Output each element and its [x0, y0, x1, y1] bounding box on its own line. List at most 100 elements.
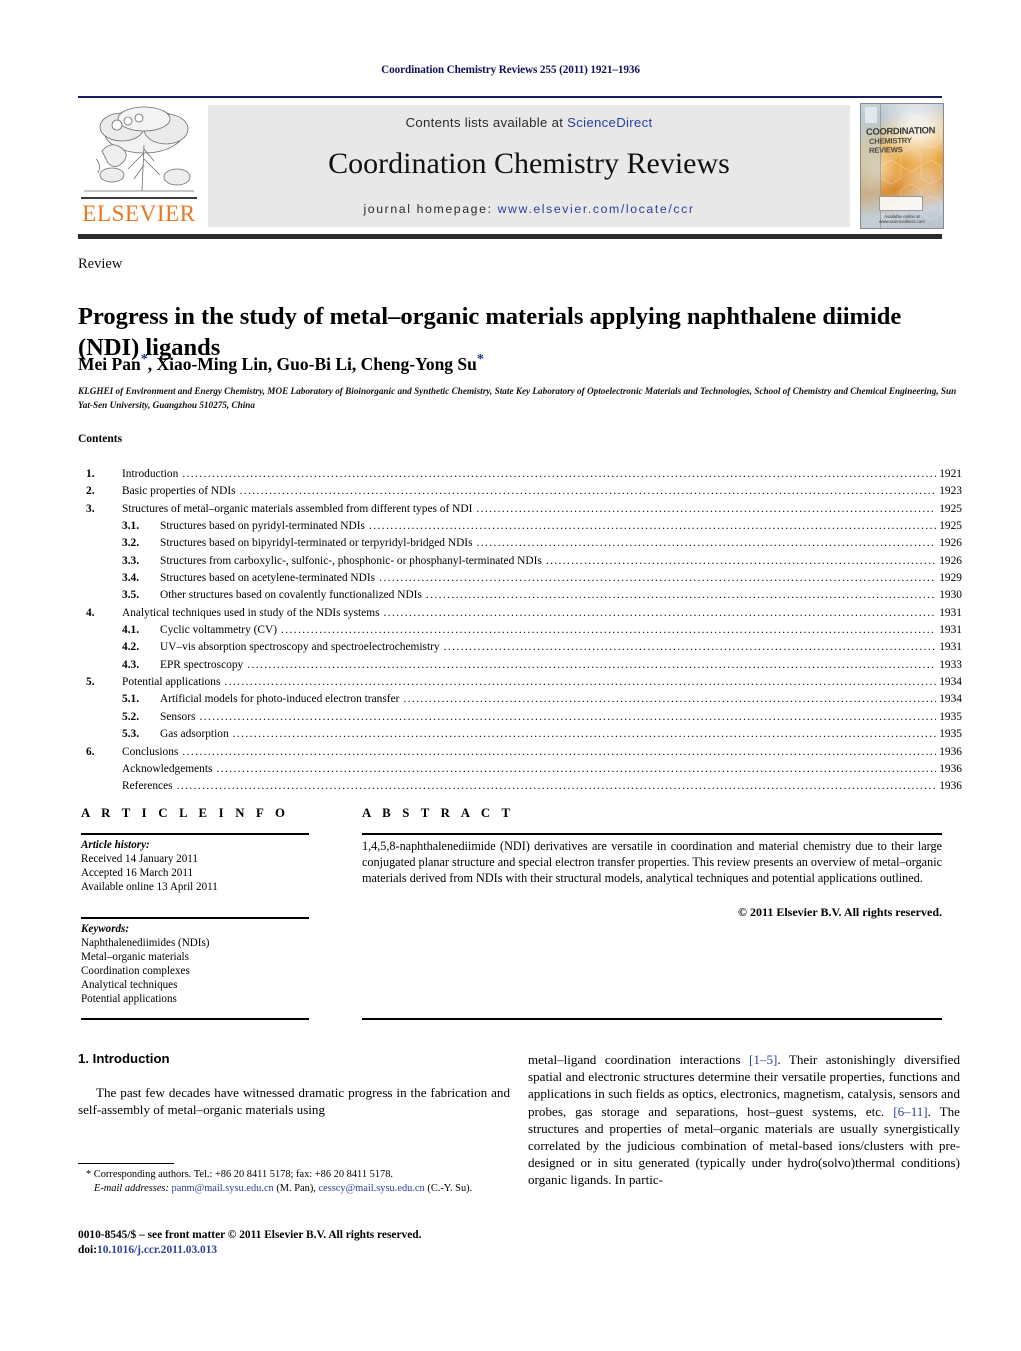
toc-entry-number: 3.2.	[122, 537, 140, 550]
toc-entry-label: Gas adsorption	[160, 728, 229, 741]
toc-entry-number: 6.	[86, 745, 95, 758]
toc-entry-page: 1934	[939, 676, 962, 689]
abstract-top-rule	[362, 833, 942, 835]
toc-entry-page: 1935	[939, 710, 962, 723]
toc-entry-number: 5.3.	[122, 728, 140, 741]
corresponding-marker-icon-2: *	[476, 352, 484, 367]
journal-cover-thumbnail[interactable]: COORDINATION CHEMISTRY REVIEWS Available…	[860, 103, 944, 229]
toc-entry-label: Structures based on bipyridyl-terminated…	[160, 537, 473, 550]
abstract-bottom-rule	[362, 1018, 942, 1020]
toc-entry[interactable]: 4.2. UV–vis absorption spectroscopy and s…	[86, 639, 962, 656]
copyright-line: © 2011 Elsevier B.V. All rights reserved…	[738, 905, 942, 919]
toc-entry[interactable]: 4. Analytical techniques used in study of…	[86, 605, 962, 622]
toc-entry[interactable]: 6. Conclusions...........................…	[86, 744, 962, 761]
toc-entry[interactable]: 3.1. Structures based on pyridyl-terminat…	[86, 518, 962, 535]
sciencedirect-link[interactable]: ScienceDirect	[567, 115, 652, 130]
history-received: Received 14 January 2011	[81, 853, 198, 866]
toc-leader-dots: ........................................…	[182, 745, 936, 758]
footnote-block: * Corresponding authors. Tel.: +86 20 84…	[78, 1168, 518, 1197]
toc-entry-page: 1934	[939, 693, 962, 706]
elsevier-wordmark: ELSEVIER	[82, 201, 196, 226]
toc-entry[interactable]: 5.2. Sensors.............................…	[86, 709, 962, 726]
toc-leader-dots: ........................................…	[545, 554, 937, 567]
section-heading-introduction: 1. Introduction	[78, 1051, 170, 1066]
toc-entry[interactable]: Acknowledgements........................…	[86, 761, 962, 778]
toc-entry[interactable]: 5.1. Artificial models for photo-induced …	[86, 691, 962, 708]
toc-entry-number: 3.3.	[122, 554, 140, 567]
toc-entry[interactable]: 3.5. Other structures based on covalently…	[86, 587, 962, 604]
toc-entry-label: Artificial models for photo-induced elec…	[160, 693, 400, 706]
toc-entry-page: 1930	[939, 589, 962, 602]
toc-entry[interactable]: 3.2. Structures based on bipyridyl-termin…	[86, 535, 962, 552]
citation-ref-2[interactable]: [6–11]	[893, 1104, 927, 1119]
author-xiao-ming-lin: Xiao-Ming Lin,	[156, 353, 277, 374]
toc-leader-dots: ........................................…	[199, 710, 937, 723]
toc-leader-dots: ........................................…	[476, 537, 937, 550]
toc-entry-page: 1936	[939, 745, 962, 758]
table-of-contents: 1. Introduction..........................…	[86, 466, 962, 796]
doi-label: doi:	[78, 1244, 97, 1257]
doi-line: doi:10.1016/j.ccr.2011.03.013	[78, 1243, 518, 1258]
cover-badge	[879, 196, 923, 211]
toc-entry-label: UV–vis absorption spectroscopy and spect…	[160, 641, 440, 654]
toc-entry-page: 1931	[939, 624, 962, 637]
author-cheng-yong-su: Cheng-Yong Su*	[360, 352, 484, 374]
article-info-heading: A R T I C L E I N F O	[81, 806, 290, 820]
elsevier-tree-icon	[84, 106, 194, 192]
toc-entry[interactable]: 5. Potential applications................…	[86, 674, 962, 691]
author-mei-pan: Mei Pan*,	[78, 352, 157, 374]
toc-entry-page: 1936	[939, 780, 962, 793]
toc-entry[interactable]: 2. Basic properties of NDIs..............…	[86, 483, 962, 500]
toc-entry-number: 5.	[86, 676, 95, 689]
toc-leader-dots: ........................................…	[443, 641, 937, 654]
doi-link[interactable]: 10.1016/j.ccr.2011.03.013	[97, 1244, 217, 1256]
toc-entry-label: Basic properties of NDIs	[122, 485, 236, 498]
citation-ref-1[interactable]: [1–5]	[749, 1052, 777, 1067]
toc-entry-page: 1925	[939, 502, 962, 515]
homepage-prefix: journal homepage:	[363, 202, 498, 216]
journal-homepage-line: journal homepage: www.elsevier.com/locat…	[208, 202, 850, 216]
email-link-1[interactable]: panm@mail.sysu.edu.cn	[172, 1183, 274, 1194]
toc-entry-page: 1929	[939, 572, 962, 585]
toc-entry[interactable]: 3. Structures of metal–organic materials …	[86, 501, 962, 518]
body-column-left: The past few decades have witnessed dram…	[78, 1085, 510, 1118]
contents-available-line: Contents lists available at ScienceDirec…	[208, 115, 850, 130]
journal-header: ELSEVIER Contents lists available at Sci…	[78, 103, 944, 229]
toc-entry[interactable]: 4.3. EPR spectroscopy....................…	[86, 657, 962, 674]
toc-entry-page: 1935	[939, 728, 962, 741]
toc-entry-number: 4.2.	[122, 641, 140, 654]
affiliation: KLGHEI of Environment and Energy Chemist…	[78, 386, 957, 410]
toc-entry-page: 1936	[939, 762, 962, 775]
toc-leader-dots: ........................................…	[281, 624, 936, 637]
toc-entry-number: 3.4.	[122, 572, 140, 585]
toc-entry-number: 5.1.	[122, 693, 140, 706]
toc-entry[interactable]: 3.3. Structures from carboxylic-, sulfoni…	[86, 553, 962, 570]
toc-entry-page: 1931	[939, 606, 962, 619]
toc-entry-label: Structures from carboxylic-, sulfonic-, …	[160, 554, 542, 567]
toc-entry[interactable]: 4.1. Cyclic voltammetry (CV).............…	[86, 622, 962, 639]
contents-heading: Contents	[78, 433, 123, 445]
toc-leader-dots: ........................................…	[182, 468, 936, 480]
toc-entry-label: Structures based on acetylene-terminated…	[160, 572, 376, 585]
homepage-link[interactable]: www.elsevier.com/locate/ccr	[498, 202, 695, 216]
issn-front-matter: 0010-8545/$ – see front matter © 2011 El…	[78, 1229, 422, 1241]
toc-entry-number: 1.	[86, 468, 95, 480]
email-link-2[interactable]: cesscy@mail.sysu.edu.cn	[319, 1183, 425, 1194]
keyword-item: Coordination complexes	[81, 965, 190, 978]
toc-entry[interactable]: 1. Introduction..........................…	[86, 466, 962, 483]
toc-entry[interactable]: 5.3. Gas adsorption......................…	[86, 726, 962, 743]
cover-title-line2: CHEMISTRY REVIEWS	[869, 135, 912, 155]
body-column-right: metal–ligand coordination interactions […	[528, 1051, 960, 1189]
toc-leader-dots: ........................................…	[368, 520, 936, 533]
toc-entry-page: 1923	[939, 485, 962, 498]
corresponding-marker-icon: *	[140, 352, 148, 367]
footnote-rule	[78, 1163, 174, 1164]
toc-entry-page: 1926	[939, 537, 962, 550]
cover-elsevier-mark	[865, 107, 877, 123]
toc-entry[interactable]: 3.4. Structures based on acetylene-termin…	[86, 570, 962, 587]
toc-leader-dots: ........................................…	[216, 762, 936, 775]
email-owner-1: (M. Pan),	[273, 1183, 316, 1195]
author-list: Mei Pan*, Xiao-Ming Lin, Guo-Bi Li, Chen…	[78, 352, 948, 375]
toc-entry[interactable]: References..............................…	[86, 778, 962, 795]
elsevier-logo: ELSEVIER	[78, 105, 200, 227]
